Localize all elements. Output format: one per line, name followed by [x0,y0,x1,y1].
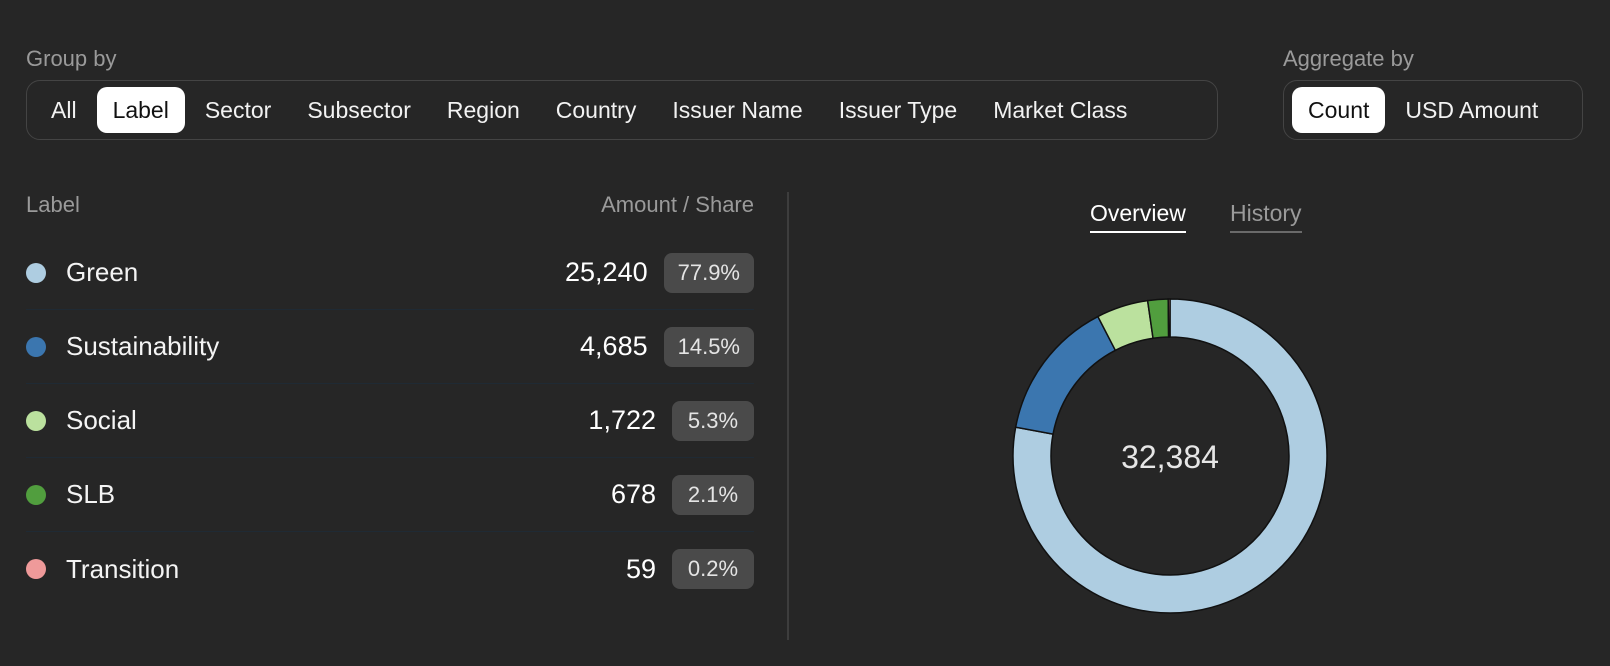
group-by-option-subsector[interactable]: Subsector [291,87,427,133]
table-row-sustainability: Sustainability 4,685 14.5% [26,310,754,384]
aggregate-by-option-usd-amount[interactable]: USD Amount [1389,87,1554,133]
row-amount: 25,240 [565,257,648,287]
group-by-option-region[interactable]: Region [431,87,536,133]
table-row-transition: Transition 59 0.2% [26,532,754,606]
legend-dot [26,336,46,357]
legend-dot [26,410,46,431]
legend-dot [26,262,46,283]
table-row-green: Green 25,240 77.9% [26,236,754,310]
group-by-option-market-class[interactable]: Market Class [977,87,1143,133]
share-badge: 77.9% [663,252,754,293]
row-amount: 4,685 [580,331,648,361]
table-row-slb: SLB 678 2.1% [26,458,754,532]
panel-divider [787,192,789,640]
table-header-amount-share: Amount / Share [601,192,754,217]
donut-slice-sustainability[interactable] [1014,315,1117,436]
group-by-option-label[interactable]: Label [96,87,185,133]
table-row-social: Social 1,722 5.3% [26,384,754,458]
aggregate-by-option-count[interactable]: Count [1292,87,1386,133]
group-by-title: Group by [26,46,117,71]
group-by-segmented-control: All Label Sector Subsector Region Country Issu… [26,80,1218,140]
table-header-label: Label [26,192,80,217]
tab-overview[interactable]: Overview [1090,200,1186,233]
group-by-option-country[interactable]: Country [540,87,653,133]
group-by-option-issuer-name[interactable]: Issuer Name [656,87,818,133]
row-label: Transition [66,553,180,584]
share-badge: 2.1% [672,474,754,515]
row-amount: 59 [625,553,656,584]
aggregate-by-segmented-control: Count USD Amount [1283,80,1583,140]
share-badge: 14.5% [663,326,754,367]
row-amount: 1,722 [588,405,656,435]
group-by-option-sector[interactable]: Sector [189,87,287,133]
row-label: SLB [66,479,116,509]
share-badge: 0.2% [672,549,754,589]
row-amount: 678 [610,479,656,509]
tab-history[interactable]: History [1230,200,1302,233]
donut-center-total: 32,384 [1121,439,1219,475]
donut-chart: 32,384 [1012,298,1328,614]
donut-slice-transition[interactable] [1167,298,1171,338]
row-label: Social [66,405,137,435]
group-by-option-issuer-type[interactable]: Issuer Type [823,87,973,133]
legend-dot [26,559,46,579]
group-by-option-all[interactable]: All [35,87,93,133]
row-label: Sustainability [66,331,220,361]
legend-dot [26,484,46,505]
row-label: Green [66,257,139,287]
aggregate-by-title: Aggregate by [1283,46,1414,71]
share-badge: 5.3% [672,400,754,441]
